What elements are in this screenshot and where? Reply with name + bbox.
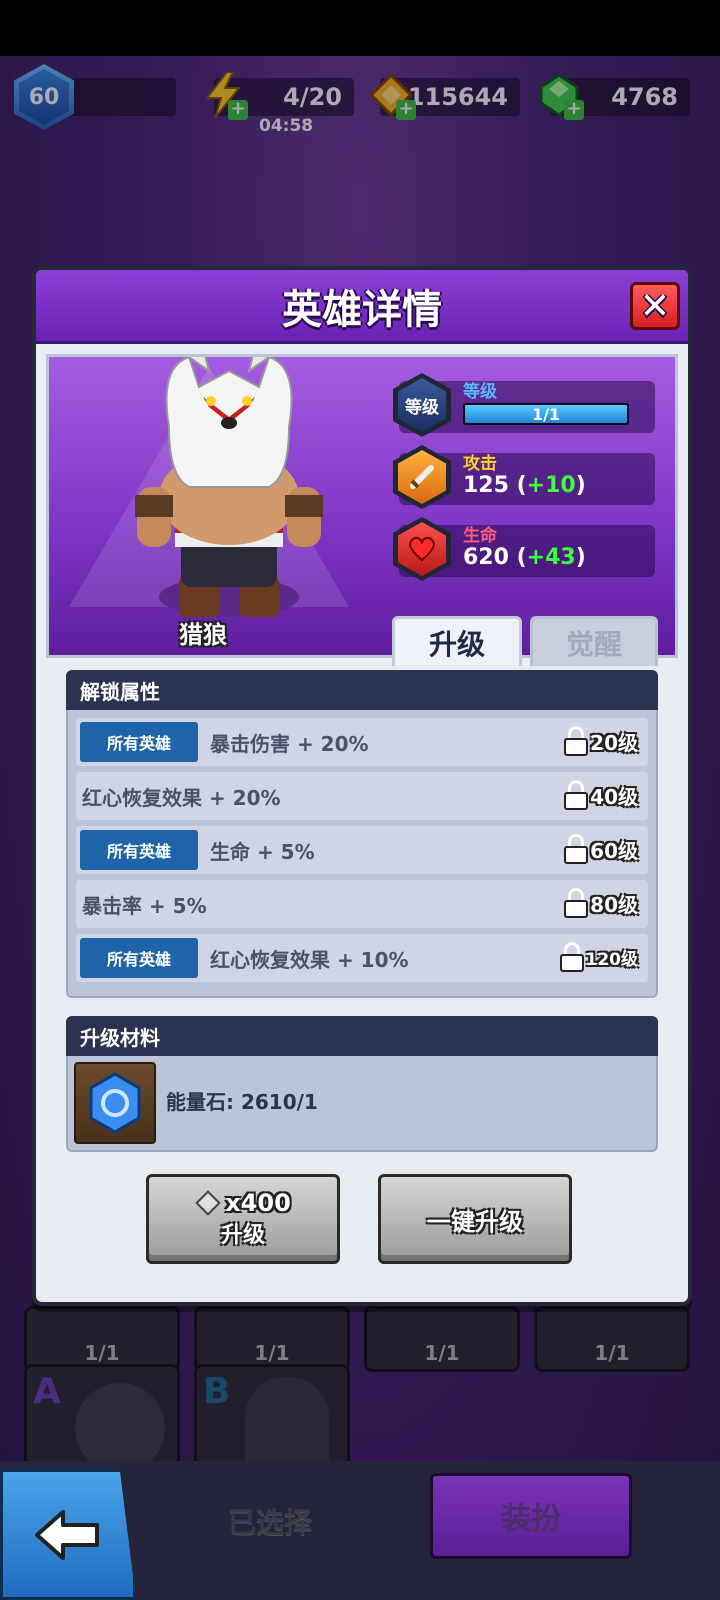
stat-hp-row: 生命 620 (+43) xyxy=(393,517,655,581)
hp-value-line: 620 (+43) xyxy=(463,545,586,570)
hero-details-modal: 英雄详情 ✕ 猎狼 等级 等级 1/1 攻击 125 (+10) 生命 620 … xyxy=(32,266,692,1306)
unlock-attribute-text: 暴击率 + 5% xyxy=(82,893,207,918)
lock-icon xyxy=(564,780,589,810)
game-screen: 1/1 1/1 1/1 1/1 A B 60 4/20 + 04:58 1156… xyxy=(0,56,720,1600)
unlock-section-title: 解锁属性 xyxy=(80,679,160,704)
lock-icon xyxy=(564,888,589,918)
tab-awaken[interactable]: 觉醒 xyxy=(530,616,658,666)
lock-icon xyxy=(559,942,584,972)
attack-bonus: +10 xyxy=(526,473,576,498)
all-heroes-tag: 所有英雄 xyxy=(80,830,198,870)
unlock-section-header: 解锁属性 xyxy=(66,670,658,710)
tab-upgrade[interactable]: 升级 xyxy=(392,616,522,666)
unlock-row: 所有英雄 暴击伤害 + 20% 20级 xyxy=(76,718,648,766)
hp-hex xyxy=(393,517,451,581)
unlock-level: 40级 xyxy=(590,784,638,809)
gold-cost-icon xyxy=(195,1190,221,1216)
material-section-body: 能量石: 2610/1 xyxy=(66,1056,658,1152)
attack-hex xyxy=(393,445,451,509)
unlock-row: 所有英雄 红心恢复效果 + 10% 120级 xyxy=(76,934,648,982)
modal-header: 英雄详情 ✕ xyxy=(36,270,688,344)
unlock-requirement: 60级 xyxy=(564,834,638,864)
one-click-upgrade-button[interactable]: 一键升级 xyxy=(378,1174,572,1264)
hp-label: 生命 xyxy=(463,526,497,546)
unlock-row: 红心恢复效果 + 20% 40级 xyxy=(76,772,648,820)
selected-label: 已选择 xyxy=(227,1506,312,1539)
sword-icon xyxy=(398,450,446,504)
heart-icon xyxy=(398,522,446,576)
equip-button[interactable]: 装扮 xyxy=(430,1473,632,1559)
energy-stone-icon xyxy=(89,1072,141,1134)
back-arrow-icon xyxy=(35,1509,99,1560)
upgrade-button[interactable]: x400 升级 xyxy=(146,1174,340,1264)
all-heroes-tag: 所有英雄 xyxy=(80,722,198,762)
energy-stone-slot[interactable] xyxy=(74,1062,156,1144)
upgrade-cost-value: x400 xyxy=(225,1189,291,1217)
unlock-requirement: 20级 xyxy=(564,726,638,756)
level-badge: 等级 xyxy=(398,378,446,432)
level-label: 等级 xyxy=(463,382,497,402)
material-section-header: 升级材料 xyxy=(66,1016,658,1056)
hero-name: 猎狼 xyxy=(179,621,227,649)
material-section-title: 升级材料 xyxy=(80,1025,160,1050)
back-button[interactable] xyxy=(0,1469,136,1600)
hero-portrait xyxy=(135,357,323,617)
bottom-bar: 已选择 装扮 xyxy=(0,1461,720,1600)
stat-attack-row: 攻击 125 (+10) xyxy=(393,445,655,509)
close-icon: ✕ xyxy=(639,285,671,327)
unlock-level: 120级 xyxy=(585,949,639,970)
unlock-attribute-text: 生命 + 5% xyxy=(210,839,315,864)
unlock-level: 60级 xyxy=(590,838,638,863)
unlock-level: 80级 xyxy=(590,892,638,917)
unlock-requirement: 80级 xyxy=(564,888,638,918)
energy-stone-count: 能量石: 2610/1 xyxy=(166,1090,318,1114)
lock-icon xyxy=(564,834,589,864)
unlock-section-body: 所有英雄 暴击伤害 + 20% 20级 红心恢复效果 + 20% 40级 所有英… xyxy=(66,710,658,998)
stat-level-row: 等级 等级 1/1 xyxy=(393,373,655,437)
attack-label: 攻击 xyxy=(463,454,497,474)
lock-icon xyxy=(564,726,589,756)
unlock-requirement: 120级 xyxy=(559,942,639,972)
level-value: 1/1 xyxy=(531,405,561,424)
unlock-attribute-text: 暴击伤害 + 20% xyxy=(210,731,369,756)
hp-value: 620 xyxy=(463,545,509,570)
hero-panel: 猎狼 等级 等级 1/1 攻击 125 (+10) 生命 620 (+43) xyxy=(46,354,678,658)
unlock-requirement: 40级 xyxy=(564,780,638,810)
all-heroes-tag: 所有英雄 xyxy=(80,938,198,978)
attack-value-line: 125 (+10) xyxy=(463,473,586,498)
unlock-row: 暴击率 + 5% 80级 xyxy=(76,880,648,928)
close-button[interactable]: ✕ xyxy=(630,282,680,330)
upgrade-button-label: 升级 xyxy=(220,1223,265,1248)
hp-bonus: +43 xyxy=(526,545,576,570)
level-badge-hex: 等级 xyxy=(393,373,451,437)
unlock-attribute-text: 红心恢复效果 + 10% xyxy=(210,947,409,972)
upgrade-cost: x400 xyxy=(195,1189,291,1217)
attack-value: 125 xyxy=(463,473,509,498)
unlock-level: 20级 xyxy=(590,730,638,755)
level-progress-bar: 1/1 xyxy=(463,403,629,425)
modal-title: 英雄详情 xyxy=(282,286,442,333)
unlock-attribute-text: 红心恢复效果 + 20% xyxy=(82,785,281,810)
unlock-row: 所有英雄 生命 + 5% 60级 xyxy=(76,826,648,874)
